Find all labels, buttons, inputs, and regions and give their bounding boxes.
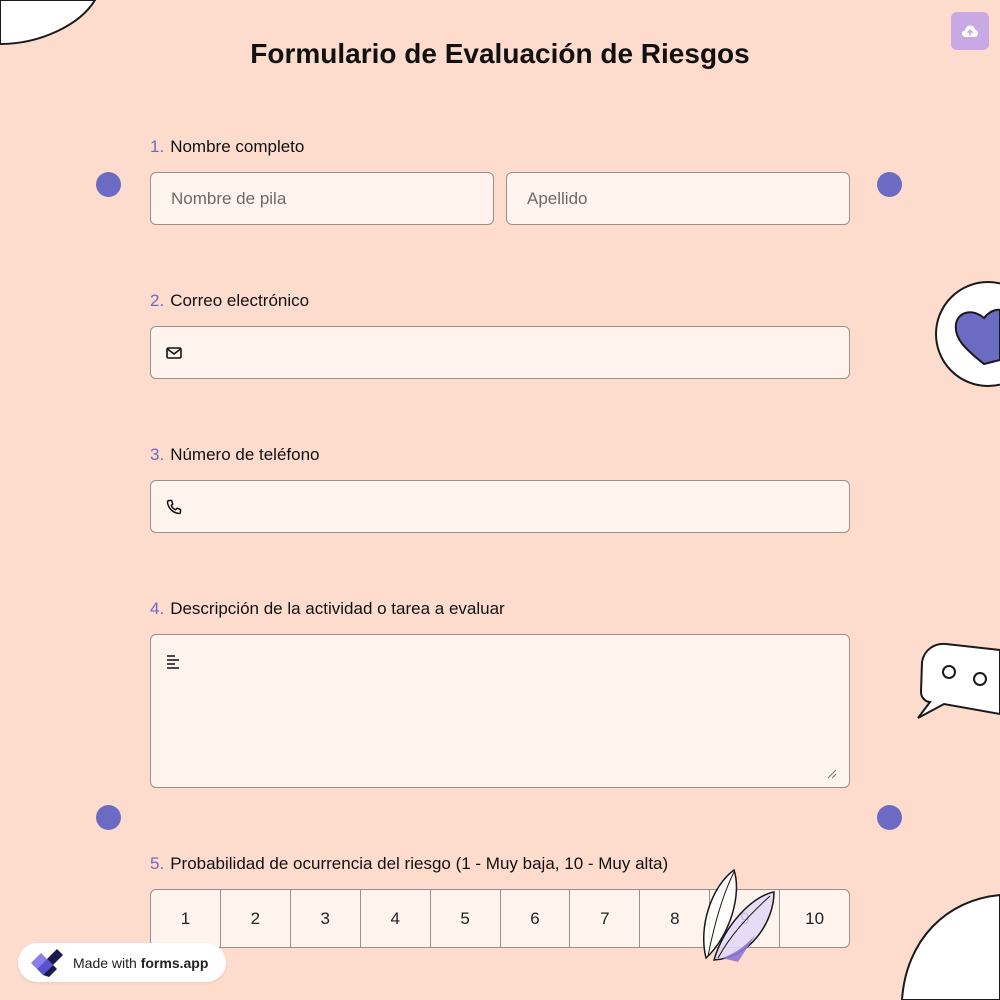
question-text: Nombre completo: [170, 137, 305, 156]
question-text: Probabilidad de ocurrencia del riesgo (1…: [170, 854, 669, 873]
heart-circle-decoration: [935, 281, 1000, 387]
question-3-label: 3. Número de teléfono: [150, 445, 320, 465]
question-5-label: 5. Probabilidad de ocurrencia del riesgo …: [150, 854, 668, 874]
question-1-label: 1. Nombre completo: [150, 137, 304, 157]
scale-option[interactable]: 2: [221, 890, 291, 947]
first-name-field[interactable]: [150, 172, 494, 225]
scale-option[interactable]: 4: [361, 890, 431, 947]
email-field[interactable]: [150, 326, 850, 379]
question-number: 1.: [150, 137, 165, 156]
envelope-icon: [166, 346, 182, 359]
scale-option[interactable]: 1: [151, 890, 221, 947]
made-with-badge[interactable]: Made with forms.app: [18, 943, 226, 982]
purple-dot-decoration: [96, 805, 121, 830]
first-name-input[interactable]: [151, 173, 493, 224]
scale-option[interactable]: 3: [291, 890, 361, 947]
text-align-icon: [167, 655, 179, 669]
cloud-upload-button[interactable]: [951, 12, 989, 50]
purple-dot-decoration: [96, 172, 121, 197]
badge-text: Made with forms.app: [73, 954, 209, 971]
scale-option[interactable]: 6: [501, 890, 571, 947]
page-title: Formulario de Evaluación de Riesgos: [250, 38, 750, 69]
phone-icon: [166, 499, 182, 514]
cloud-upload-icon: [962, 25, 978, 37]
speech-bubble-decoration: [917, 642, 1000, 719]
corner-circle-bottom-right: [900, 893, 1000, 1000]
resize-handle-icon[interactable]: [827, 769, 837, 779]
question-text: Número de teléfono: [170, 445, 320, 464]
question-text: Descripción de la actividad o tarea a ev…: [170, 599, 505, 618]
purple-dot-decoration: [877, 805, 902, 830]
phone-input[interactable]: [151, 481, 849, 532]
question-number: 4.: [150, 599, 165, 618]
question-4-label: 4. Descripción de la actividad o tarea a …: [150, 599, 505, 619]
email-input[interactable]: [151, 327, 849, 378]
scale-option[interactable]: 5: [431, 890, 501, 947]
question-2-label: 2. Correo electrónico: [150, 291, 309, 311]
leaf-decoration: [702, 868, 775, 962]
activity-description-textarea[interactable]: [150, 634, 850, 788]
question-number: 2.: [150, 291, 165, 310]
forms-app-logo-icon: [31, 948, 63, 977]
badge-brand: forms.app: [140, 954, 209, 971]
last-name-input[interactable]: [507, 173, 849, 224]
phone-field[interactable]: [150, 480, 850, 533]
question-number: 5.: [150, 854, 165, 873]
question-number: 3.: [150, 445, 165, 464]
scale-option[interactable]: 10: [780, 890, 849, 947]
purple-dot-decoration: [877, 172, 902, 197]
question-text: Correo electrónico: [170, 291, 310, 310]
last-name-field[interactable]: [506, 172, 850, 225]
scale-option[interactable]: 7: [570, 890, 641, 947]
